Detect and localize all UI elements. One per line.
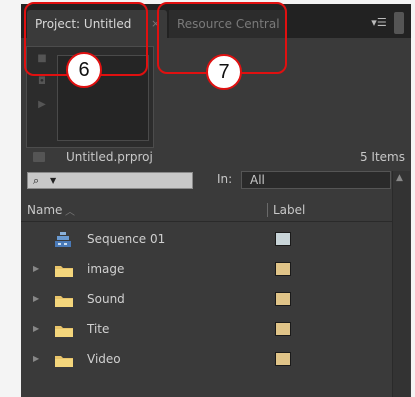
tab-scroll-grip[interactable] [394, 12, 404, 34]
list-item-sequence[interactable]: Sequence 01 [21, 225, 392, 255]
label-color-swatch[interactable] [275, 262, 291, 276]
folder-icon [55, 356, 73, 367]
project-filename: Untitled.prproj [66, 150, 153, 164]
scroll-up-arrow-icon[interactable]: ▲ [396, 173, 403, 183]
column-header-name[interactable]: Name [27, 203, 62, 217]
play-icon[interactable]: ▶ [31, 99, 53, 110]
search-input[interactable]: ⌕ ▼ [27, 172, 193, 189]
folder-icon [55, 326, 73, 337]
project-bin-icon [33, 152, 45, 162]
list-item-bin[interactable]: ▶ image [21, 255, 392, 285]
in-dropdown[interactable]: All [241, 171, 391, 189]
project-info-row: Untitled.prproj 5 Items [21, 150, 411, 170]
folder-icon [55, 296, 73, 307]
vertical-scrollbar[interactable]: ▲ [392, 171, 410, 397]
list-item-bin[interactable]: ▶ Sound [21, 285, 392, 315]
callout-badge-7: 7 [206, 54, 242, 90]
expand-arrow-icon[interactable]: ▶ [33, 264, 39, 273]
column-divider[interactable] [267, 203, 268, 217]
expand-arrow-icon[interactable]: ▶ [33, 294, 39, 303]
label-color-swatch[interactable] [275, 352, 291, 366]
item-name: image [87, 262, 125, 276]
column-header-row: Name ︿ Label [21, 200, 392, 222]
folder-icon [55, 266, 73, 277]
chevron-down-icon[interactable]: ▼ [50, 173, 56, 188]
label-color-swatch[interactable] [275, 292, 291, 306]
label-color-swatch[interactable] [275, 322, 291, 336]
sort-ascending-icon[interactable]: ︿ [65, 203, 75, 218]
callout-badge-6: 6 [66, 52, 102, 88]
panel-menu-icon[interactable]: ▾☰ [369, 14, 389, 32]
camera-icon[interactable]: ◘ [31, 76, 53, 87]
expand-arrow-icon[interactable]: ▶ [33, 354, 39, 363]
sequence-icon [55, 232, 71, 247]
item-name: Sequence 01 [87, 232, 166, 246]
column-header-label[interactable]: Label [273, 203, 305, 217]
expand-arrow-icon[interactable]: ▶ [33, 324, 39, 333]
search-icon: ⌕ [33, 174, 40, 187]
item-name: Tite [87, 322, 110, 336]
item-name: Sound [87, 292, 125, 306]
label-color-swatch[interactable] [275, 232, 291, 246]
item-name: Video [87, 352, 121, 366]
item-count: 5 Items [359, 150, 405, 164]
list-item-bin[interactable]: ▶ Video [21, 345, 392, 375]
in-label: In: [217, 172, 233, 186]
list-item-bin[interactable]: ▶ Tite [21, 315, 392, 345]
